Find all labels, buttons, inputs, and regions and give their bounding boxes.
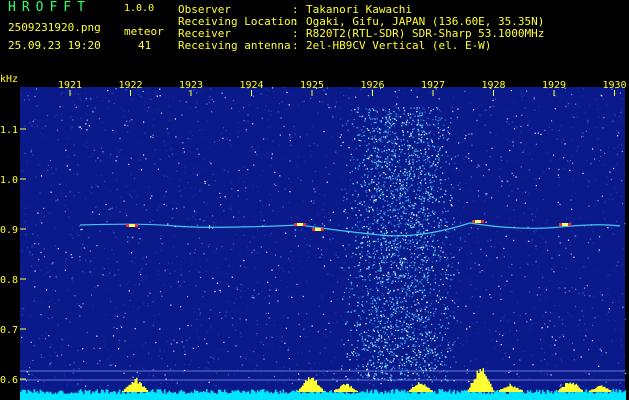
x-tick-label: 1923 <box>179 80 203 91</box>
x-tick-label: 1928 <box>481 80 505 91</box>
y-tick-label: 0.7 <box>0 325 18 336</box>
observation-info: Observer : Takanori Kawachi Receiving Lo… <box>178 4 544 52</box>
x-tick-label: 1926 <box>360 80 384 91</box>
y-tick-label: 0.6 <box>0 375 18 386</box>
waterfall-plot: kHz 1.1 1.0 0.9 0.8 0.7 0.6 1921 1922 1923 1924 1… <box>0 73 629 400</box>
x-tick-label: 1929 <box>542 80 566 91</box>
app-name: HROFFT <box>8 0 91 15</box>
info-value: 2el-HB9CV Vertical (el. E-W) <box>306 39 492 52</box>
waterfall-svg: kHz 1.1 1.0 0.9 0.8 0.7 0.6 1921 1922 1923 1924 1… <box>0 73 629 400</box>
y-tick-label: 1.1 <box>0 125 18 136</box>
y-tick-label: 0.8 <box>0 275 18 286</box>
y-tick-label: 1.0 <box>0 175 18 186</box>
y-tick-label: 0.9 <box>0 225 18 236</box>
info-row-antenna: Receiving antenna : 2el-HB9CV Vertical (… <box>178 40 544 52</box>
x-tick-label: 1924 <box>239 80 263 91</box>
waterfall-background <box>20 87 625 400</box>
app-version: 1.0.0 <box>124 3 155 14</box>
file-datetime: 25.09.23 19:20 <box>8 39 101 52</box>
x-tick-label: 1930 <box>602 80 626 91</box>
header: HROFFT 1.0.0 2509231920.png meteor 25.09… <box>0 0 629 73</box>
x-tick-label: 1922 <box>118 80 142 91</box>
file-name: 2509231920.png <box>8 21 101 34</box>
y-unit-label: kHz <box>0 74 18 85</box>
info-label: Receiving antenna <box>178 39 291 52</box>
detection-mode: meteor <box>124 25 164 38</box>
x-tick-label: 1927 <box>421 80 445 91</box>
x-tick-label: 1921 <box>58 80 82 91</box>
info-separator: : <box>292 39 299 52</box>
x-tick-label: 1925 <box>300 80 324 91</box>
detection-count: 41 <box>138 39 152 52</box>
